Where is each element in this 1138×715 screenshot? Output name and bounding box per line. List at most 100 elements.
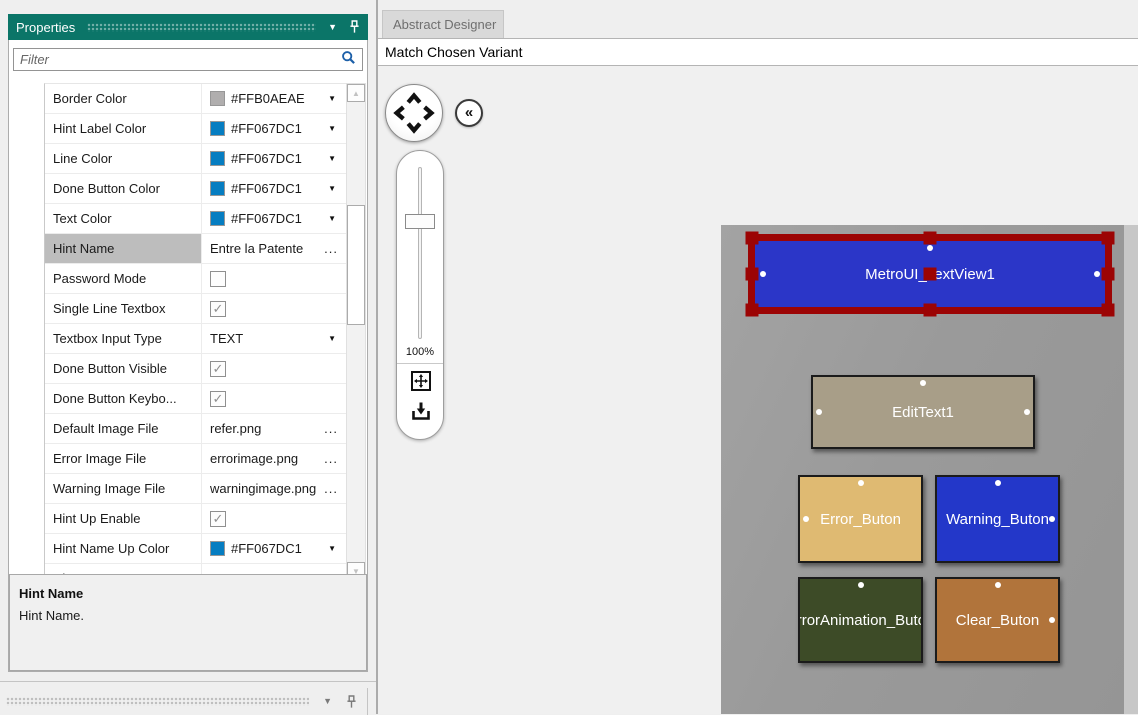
anchor-dot [760,271,766,277]
bottom-bar-drag-grip[interactable] [6,697,310,706]
property-label: Line Color [45,144,202,173]
property-row[interactable]: Done Button Keybo... ✓ [45,384,346,414]
property-label: Warning Image File [45,474,202,503]
property-row[interactable]: Password Mode [45,264,346,294]
scrollbar-thumb[interactable] [347,205,365,325]
text-value: errorimage.png [210,451,299,466]
window-menu-chevron-icon[interactable]: ▼ [328,22,337,32]
tab-abstract-designer[interactable]: Abstract Designer [382,10,504,38]
dropdown-arrow-icon[interactable]: ▼ [328,214,336,223]
fit-to-screen-button[interactable] [409,369,433,393]
control-label: Warning_Buton [946,510,1049,528]
property-row[interactable]: Hint Name Up Color #FF067DC1 ▼ [45,534,346,564]
property-row[interactable]: Line Color #FF067DC1 ▼ [45,144,346,174]
color-hex-value: #FF067DC1 [231,121,302,136]
property-row[interactable]: Hint Name Entre la Patente... [45,234,346,264]
collapse-panel-button[interactable]: « [455,99,483,127]
checkbox-checked[interactable]: ✓ [210,510,226,527]
search-icon[interactable] [341,50,356,70]
dropdown-arrow-icon[interactable]: ▼ [328,544,336,553]
property-row[interactable]: Warning Image File warningimage.png... [45,474,346,504]
design-canvas[interactable]: MetroUI_TextView1 EditText1 Error_Buton [721,225,1124,714]
pin-icon[interactable] [349,20,360,34]
zoom-slider-track[interactable] [418,167,422,339]
color-swatch[interactable] [210,541,225,556]
property-row[interactable]: Textbox Input Type TEXT ▼ [45,324,346,354]
resize-handle-e[interactable] [1101,267,1115,281]
properties-title: Properties [16,19,76,35]
color-swatch[interactable] [210,181,225,196]
pan-control[interactable] [385,84,443,142]
control-label: Error_Buton [820,510,901,528]
color-swatch[interactable] [210,151,225,166]
checkbox-checked[interactable]: ✓ [210,360,226,377]
control-clear-buton[interactable]: Clear_Buton [935,577,1060,663]
resize-handle-n[interactable] [923,231,937,245]
control-error-buton[interactable]: Error_Buton [798,475,923,563]
checkbox-checked[interactable]: ✓ [210,300,226,317]
control-erroranimation-buton[interactable]: ErrorAnimation_Buton [798,577,923,663]
bottom-bar-menu-chevron-icon[interactable]: ▼ [323,697,332,706]
resize-handle-nw[interactable] [745,231,759,245]
titlebar-drag-grip[interactable] [87,22,317,32]
property-row[interactable]: Error Image File errorimage.png... [45,444,346,474]
pan-up-icon [406,92,422,104]
property-row[interactable]: Done Button Color #FF067DC1 ▼ [45,174,346,204]
dropdown-arrow-icon[interactable]: ▼ [328,154,336,163]
ellipsis-button[interactable]: ... [324,481,338,496]
anchor-dot [857,582,864,588]
property-row[interactable]: Text Color #FF067DC1 ▼ [45,204,346,234]
property-value: Entre la Patente... [202,234,346,263]
property-value: #FF067DC1 ▼ [202,144,346,173]
property-row[interactable]: Border Color #FFB0AEAE ▼ [45,84,346,114]
anchor-dot [857,480,864,486]
color-swatch[interactable] [210,211,225,226]
color-hex-value: #FFB0AEAE [231,91,305,106]
move-handle-center[interactable] [923,267,937,281]
variant-selector-bar[interactable]: Match Chosen Variant [378,38,1138,66]
resize-handle-s[interactable] [923,303,937,317]
scrollbar-up-button[interactable]: ▲ [347,84,365,102]
property-value: ✓ [202,354,346,383]
property-row[interactable]: Single Line Textbox ✓ [45,294,346,324]
resize-handle-sw[interactable] [745,303,759,317]
filter-input[interactable] [20,52,341,67]
property-label: Hint Name Up Color [45,534,202,563]
ellipsis-button[interactable]: ... [324,451,338,466]
fit-to-screen-icon [411,371,431,391]
resize-handle-ne[interactable] [1101,231,1115,245]
control-warning-buton[interactable]: Warning_Buton [935,475,1060,563]
checkbox-checked[interactable]: ✓ [210,390,226,407]
property-row[interactable]: Done Button Visible ✓ [45,354,346,384]
dropdown-arrow-icon[interactable]: ▼ [328,184,336,193]
bottom-bar-pin-icon[interactable] [346,694,357,709]
text-value: warningimage.png [210,481,316,496]
dropdown-arrow-icon[interactable]: ▼ [328,94,336,103]
property-value: #FF067DC1 ▼ [202,204,346,233]
property-row[interactable]: Hint Up Enable ✓ [45,504,346,534]
property-label: Done Button Keybo... [45,384,202,413]
resize-handle-w[interactable] [745,267,759,281]
property-label: Error Image File [45,444,202,473]
property-label: Password Mode [45,264,202,293]
control-edittext1[interactable]: EditText1 [811,375,1035,449]
ellipsis-button[interactable]: ... [324,421,338,436]
property-row[interactable]: Default Image File refer.png... [45,414,346,444]
anchor-dot [816,409,822,415]
color-swatch[interactable] [210,91,225,106]
resize-handle-se[interactable] [1101,303,1115,317]
dropdown-arrow-icon[interactable]: ▼ [328,334,336,343]
zoom-level-label: 100% [405,346,435,358]
selection-frame[interactable]: MetroUI_TextView1 [745,231,1115,317]
ellipsis-button[interactable]: ... [324,241,338,256]
dropdown-arrow-icon[interactable]: ▼ [328,124,336,133]
property-label: Text Color [45,204,202,233]
export-image-button[interactable] [409,399,433,423]
property-value: refer.png... [202,414,346,443]
property-label: Done Button Color [45,174,202,203]
color-swatch[interactable] [210,121,225,136]
property-row[interactable]: Hint Label Color #FF067DC1 ▼ [45,114,346,144]
checkbox-unchecked[interactable] [210,270,226,287]
zoom-slider-thumb[interactable] [405,214,435,229]
property-grid-scrollbar: ▲ ▼ [346,83,366,581]
